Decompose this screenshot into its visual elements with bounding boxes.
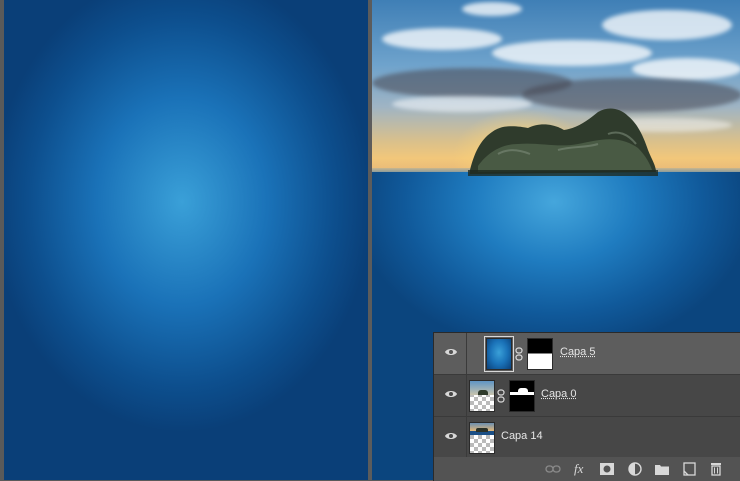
layer-mask-thumbnail[interactable] bbox=[509, 380, 535, 412]
fx-icon[interactable]: fx bbox=[574, 462, 590, 476]
link-layers-icon[interactable] bbox=[545, 462, 561, 476]
adjustment-layer-icon[interactable] bbox=[627, 462, 643, 476]
canvas-blue-gradient[interactable] bbox=[4, 0, 368, 480]
layer-name[interactable]: Capa 5 bbox=[560, 346, 595, 358]
mask-link-icon[interactable] bbox=[496, 389, 506, 403]
layer-row-capa-14[interactable]: Capa 14 bbox=[434, 417, 740, 459]
layer-name[interactable]: Capa 0 bbox=[541, 388, 576, 400]
add-mask-icon[interactable] bbox=[599, 462, 615, 476]
new-group-icon[interactable] bbox=[654, 462, 670, 476]
layer-row-capa-5[interactable]: Capa 5 bbox=[434, 333, 740, 375]
mask-link-icon[interactable] bbox=[514, 347, 524, 361]
visibility-cell bbox=[434, 333, 467, 374]
visibility-cell bbox=[434, 375, 467, 416]
layer-mask-thumbnail[interactable] bbox=[527, 338, 553, 370]
layer-row-capa-0[interactable]: Capa 0 bbox=[434, 375, 740, 417]
layers-toolbar: fx bbox=[434, 457, 740, 481]
eye-icon[interactable] bbox=[444, 347, 458, 357]
layer-thumbnail[interactable] bbox=[469, 422, 495, 454]
layers-panel: Capa 5 Capa 0 Capa 14 fx bbox=[433, 332, 740, 481]
eye-icon[interactable] bbox=[444, 431, 458, 441]
layer-thumbnail[interactable] bbox=[484, 336, 514, 372]
new-layer-icon[interactable] bbox=[681, 462, 697, 476]
eye-icon[interactable] bbox=[444, 389, 458, 399]
visibility-cell bbox=[434, 417, 467, 458]
layer-thumbnail[interactable] bbox=[469, 380, 495, 412]
layer-name[interactable]: Capa 14 bbox=[501, 430, 543, 442]
trash-icon[interactable] bbox=[708, 462, 724, 476]
island-image bbox=[468, 108, 658, 176]
